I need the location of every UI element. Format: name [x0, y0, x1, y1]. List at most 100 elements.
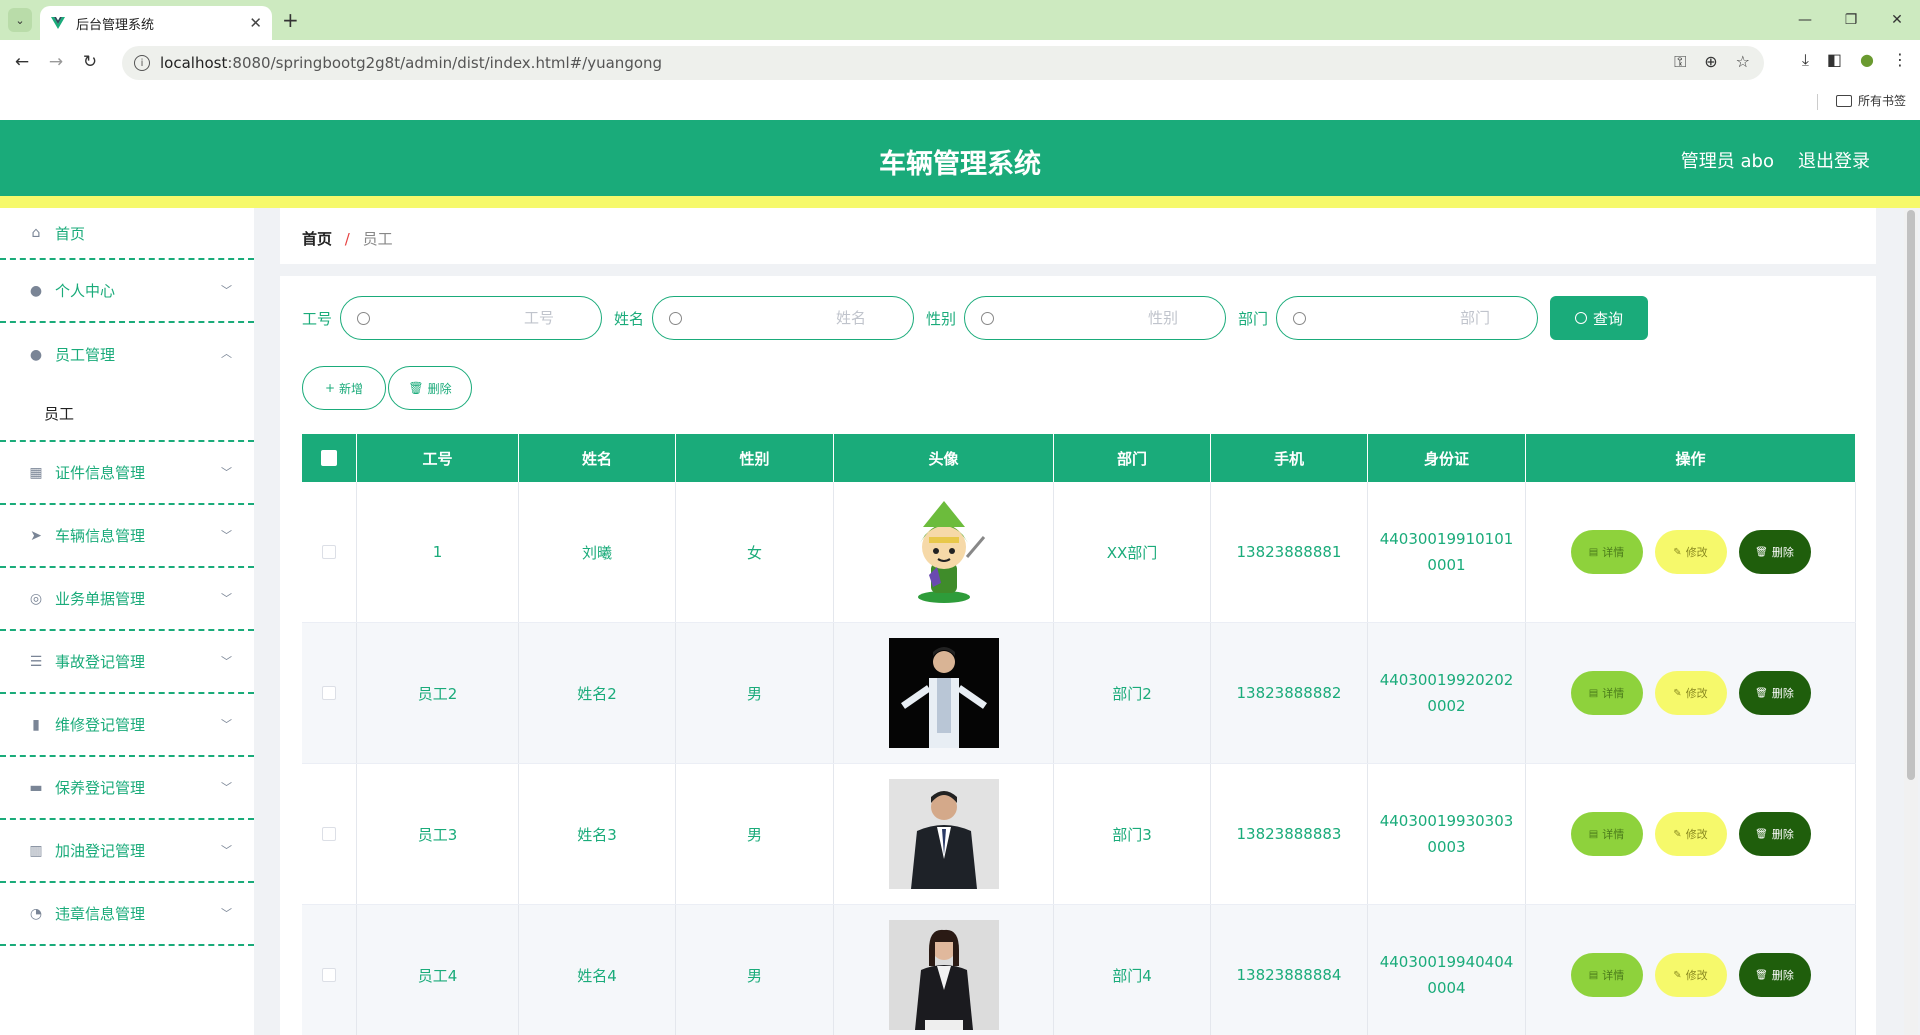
vue-favicon-icon [51, 17, 65, 29]
sidebar-item-certificates[interactable]: ▦ 证件信息管理 ﹀ [0, 442, 254, 505]
search-input-name[interactable] [682, 309, 883, 327]
row-checkbox[interactable] [322, 545, 336, 559]
sidebar-item-documents[interactable]: ◎ 业务单据管理 ﹀ [0, 568, 254, 631]
sidebar-item-refueling[interactable]: ▥ 加油登记管理 ﹀ [0, 820, 254, 883]
page-scrollbar[interactable] [1904, 210, 1918, 1035]
back-icon[interactable]: ← [10, 50, 34, 74]
avatar[interactable] [888, 920, 999, 1030]
search-input-dept[interactable] [1306, 309, 1507, 327]
browser-menu-icon[interactable]: ⋮ [1892, 50, 1908, 70]
chevron-down-icon: ﹀ [221, 655, 232, 668]
cell-dept: 部门2 [1054, 623, 1211, 763]
tab-close-icon[interactable]: ✕ [249, 14, 262, 32]
profile-icon[interactable]: ● [1860, 50, 1874, 70]
edit-button[interactable]: ✎ 修改 [1654, 530, 1727, 574]
bookmarks-divider [1817, 94, 1818, 110]
search-button[interactable]: 查询 [1550, 296, 1649, 340]
search-input-no[interactable] [370, 309, 571, 327]
minimize-icon[interactable]: — [1782, 0, 1828, 40]
column-header[interactable]: 部门 [1054, 434, 1211, 482]
delete-button[interactable]: 🗑 删除 [1738, 671, 1811, 715]
sidebar-item-vehicles[interactable]: ➤ 车辆信息管理 ﹀ [0, 505, 254, 568]
cell-name: 姓名2 [519, 623, 676, 763]
column-header[interactable]: 工号 [357, 434, 519, 482]
sidebar-item-home[interactable]: ⌂ 首页 [0, 208, 254, 260]
column-header[interactable]: 性别 [676, 434, 834, 482]
avatar[interactable] [889, 497, 999, 607]
delete-button[interactable]: 🗑 删除 [1738, 953, 1811, 997]
edit-button[interactable]: ✎ 修改 [1654, 953, 1727, 997]
detail-button[interactable]: ▤ 详情 [1570, 953, 1643, 997]
site-info-icon[interactable]: i [134, 55, 150, 71]
chevron-down-icon: ﹀ [221, 284, 232, 297]
search-field-sex[interactable] [964, 296, 1227, 340]
delete-button[interactable]: 🗑 删除 [1738, 530, 1811, 574]
table-header: 工号 姓名 性别 头像 部门 手机 身份证 操作 [302, 434, 1856, 482]
header-accent-stripe [0, 196, 1920, 208]
chevron-down-icon: ﹀ [221, 907, 232, 920]
avatar[interactable] [888, 638, 999, 748]
row-checkbox[interactable] [322, 968, 336, 982]
breadcrumb-home[interactable]: 首页 [302, 230, 332, 248]
sidebar-item-label: 维修登记管理 [55, 716, 146, 734]
cell-phone: 13823888884 [1211, 905, 1368, 1035]
sidebar-item-employee-mgmt[interactable]: ● 员工管理 ︿ [0, 323, 254, 386]
grid-icon: ▦ [29, 464, 43, 481]
sidebar-item-accidents[interactable]: ☰ 事故登记管理 ﹀ [0, 631, 254, 694]
sidebar-item-violations[interactable]: ◔ 违章信息管理 ﹀ [0, 883, 254, 946]
cell-phone: 13823888881 [1211, 482, 1368, 622]
search-field-no[interactable] [340, 296, 603, 340]
restore-icon[interactable]: ❐ [1828, 0, 1874, 40]
column-header[interactable]: 姓名 [519, 434, 676, 482]
tab-search-button[interactable]: ⌄ [8, 8, 32, 32]
sidebar-item-repairs[interactable]: ▮ 维修登记管理 ﹀ [0, 694, 254, 757]
sidebar-item-profile[interactable]: ● 个人中心 ﹀ [0, 260, 254, 323]
all-bookmarks-button[interactable]: 所有书签 [1835, 92, 1906, 109]
delete-button[interactable]: 🗑 删除 [1738, 812, 1811, 856]
new-tab-icon[interactable]: + [282, 8, 299, 32]
side-panel-icon[interactable]: ◧ [1827, 50, 1842, 70]
browser-tab[interactable]: 后台管理系统 ✕ [40, 6, 272, 40]
edit-button[interactable]: ✎ 修改 [1654, 812, 1727, 856]
employee-table: 工号 姓名 性别 头像 部门 手机 身份证 操作 1 刘曦 女 XX部门 138… [302, 434, 1856, 1035]
batch-delete-button[interactable]: 🗑 删除 [388, 366, 472, 410]
column-header[interactable]: 手机 [1211, 434, 1368, 482]
url-field[interactable]: i localhost:8080/springbootg2g8t/admin/d… [122, 46, 1764, 80]
cell-dept: XX部门 [1054, 482, 1211, 622]
search-label-name: 姓名 [614, 309, 645, 328]
row-checkbox[interactable] [322, 686, 336, 700]
scrollbar-thumb[interactable] [1907, 210, 1915, 780]
column-header[interactable]: 头像 [834, 434, 1054, 482]
download-icon[interactable]: ⤓ [1802, 50, 1809, 70]
cell-phone: 13823888882 [1211, 623, 1368, 763]
cell-id: 440300199404040004 [1379, 953, 1514, 997]
sidebar-item-label: 加油登记管理 [55, 842, 146, 860]
detail-button[interactable]: ▤ 详情 [1570, 671, 1643, 715]
close-window-icon[interactable]: ✕ [1874, 0, 1920, 40]
bookmark-star-icon[interactable]: ☆ [1736, 52, 1750, 72]
detail-button[interactable]: ▤ 详情 [1570, 530, 1643, 574]
search-field-name[interactable] [652, 296, 915, 340]
sidebar: ⌂ 首页 ● 个人中心 ﹀ ● 员工管理 ︿ 员工 ▦ 证件信息管理 ﹀ ➤ 车… [0, 208, 254, 1035]
reload-icon[interactable]: ↻ [78, 50, 102, 74]
edit-button[interactable]: ✎ 修改 [1654, 671, 1727, 715]
password-key-icon[interactable]: ⚿ [1674, 52, 1686, 72]
select-all-checkbox[interactable] [321, 450, 337, 466]
row-checkbox[interactable] [322, 827, 336, 841]
forward-icon[interactable]: → [44, 50, 68, 74]
column-header[interactable]: 身份证 [1368, 434, 1526, 482]
search-input-sex[interactable] [994, 309, 1195, 327]
zoom-icon[interactable]: ⊕ [1704, 52, 1717, 72]
sidebar-item-label: 证件信息管理 [55, 464, 146, 482]
document-icon: ▤ [1588, 828, 1599, 840]
search-field-dept[interactable] [1276, 296, 1539, 340]
sidebar-item-maintenance[interactable]: ▬ 保养登记管理 ﹀ [0, 757, 254, 820]
logout-link[interactable]: 退出登录 [1798, 147, 1870, 173]
detail-button[interactable]: ▤ 详情 [1570, 812, 1643, 856]
browser-tab-bar: ⌄ 后台管理系统 ✕ + — ❐ ✕ [0, 0, 1920, 40]
avatar[interactable] [888, 779, 999, 889]
sidebar-subitem-employee[interactable]: 员工 [0, 386, 254, 442]
delete-label: 删除 [1771, 969, 1794, 982]
cell-no: 员工3 [357, 764, 519, 904]
add-button[interactable]: + 新增 [302, 366, 386, 410]
